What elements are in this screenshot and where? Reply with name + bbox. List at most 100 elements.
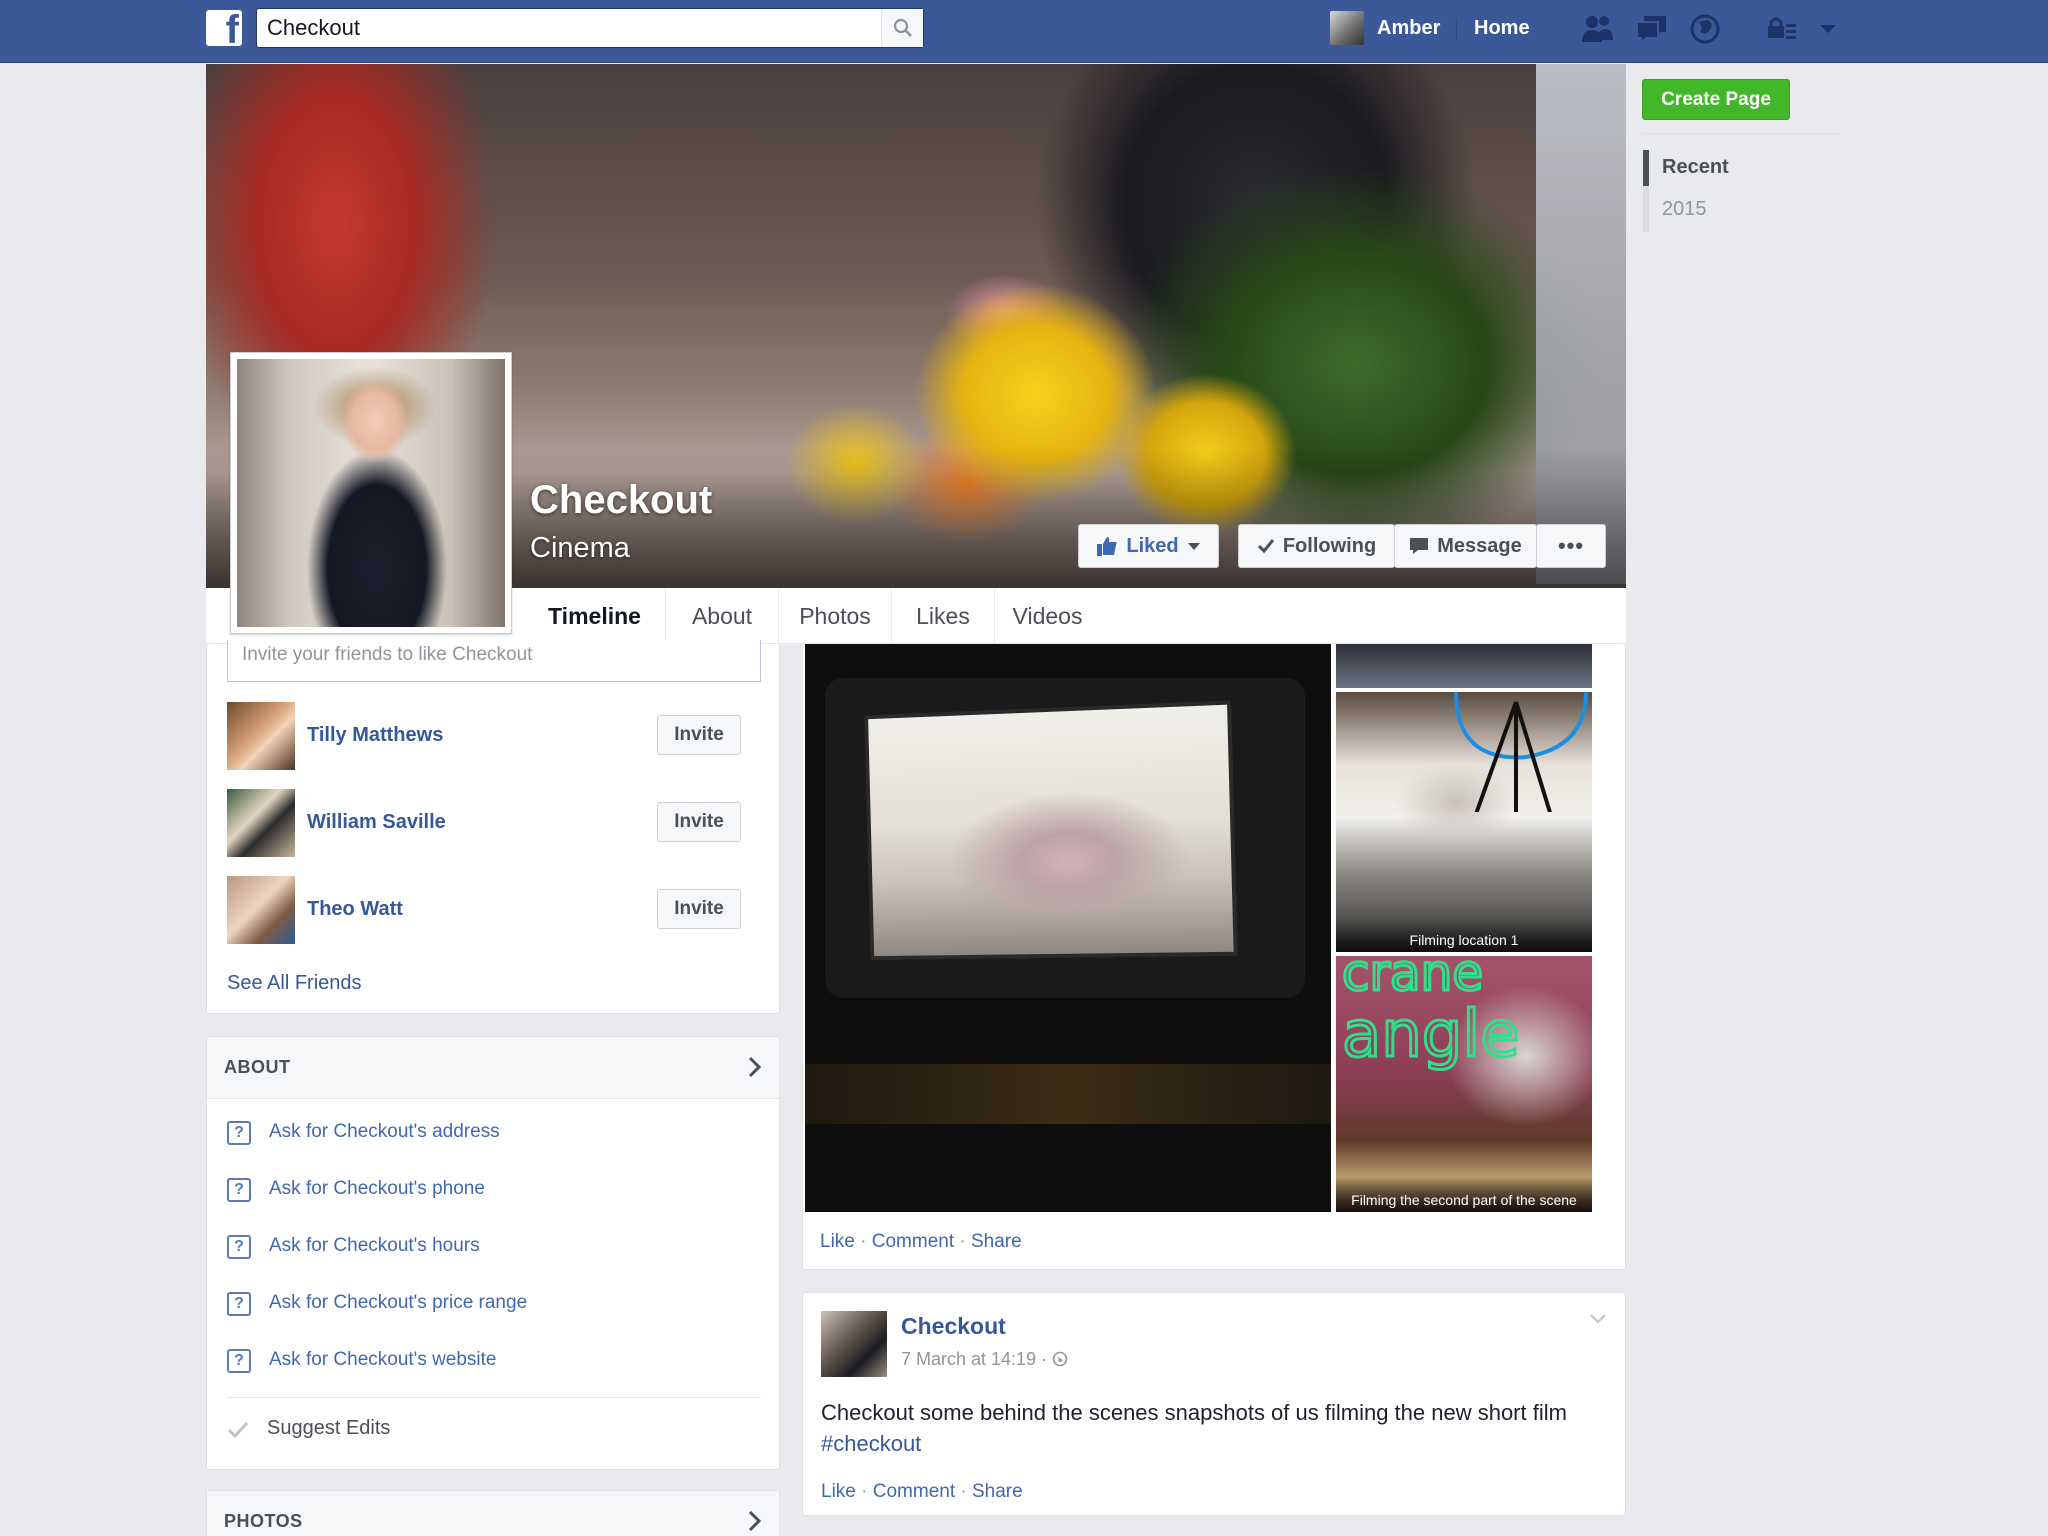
avatar[interactable] bbox=[227, 789, 295, 857]
message-label: Message bbox=[1437, 534, 1522, 557]
list-item: Theo Watt Invite bbox=[227, 876, 767, 944]
post-body: Checkout some behind the scenes snapshot… bbox=[821, 1400, 1567, 1425]
post-author-avatar[interactable] bbox=[821, 1311, 887, 1377]
post-actions-bar: Like · Comment · Share bbox=[821, 1481, 1023, 1503]
home-link[interactable]: Home bbox=[1474, 17, 1530, 40]
search-input[interactable] bbox=[267, 9, 867, 47]
divider bbox=[1642, 133, 1842, 134]
privacy-shortcuts-icon[interactable] bbox=[1764, 12, 1800, 46]
globe-icon bbox=[1052, 1351, 1068, 1367]
timeline-scrubber-track bbox=[1643, 150, 1649, 232]
user-avatar[interactable] bbox=[1330, 11, 1364, 45]
check-icon bbox=[1257, 539, 1275, 554]
handwritten-annotation: crane angle bbox=[1341, 956, 1522, 1074]
photos-header[interactable]: PHOTOS bbox=[207, 1491, 779, 1536]
post-actions-bar: Like · Comment · Share bbox=[820, 1231, 1022, 1253]
photos-title: PHOTOS bbox=[224, 1511, 303, 1531]
liked-button[interactable]: Liked bbox=[1078, 524, 1219, 568]
avatar[interactable] bbox=[227, 702, 295, 770]
crane-word: crane bbox=[1342, 956, 1483, 1002]
post-photo-thumb[interactable] bbox=[1336, 644, 1592, 688]
search-icon bbox=[893, 18, 912, 37]
photo-strip bbox=[805, 1064, 1331, 1124]
invite-button[interactable]: Invite bbox=[657, 889, 741, 929]
account-menu-caret-icon[interactable] bbox=[1810, 12, 1846, 46]
tab-about[interactable]: About bbox=[666, 588, 779, 644]
question-icon: ? bbox=[227, 1235, 251, 1259]
post-photo-thumb[interactable]: Filming location 1 bbox=[1336, 692, 1592, 952]
photos-card: PHOTOS bbox=[206, 1490, 780, 1536]
ask-label: Ask for Checkout's address bbox=[269, 1121, 500, 1142]
notifications-globe-icon[interactable] bbox=[1688, 12, 1724, 46]
ask-label: Ask for Checkout's phone bbox=[269, 1178, 485, 1199]
message-button[interactable]: Message bbox=[1394, 524, 1537, 568]
friend-requests-icon[interactable] bbox=[1580, 12, 1616, 46]
see-all-friends-link[interactable]: See All Friends bbox=[227, 972, 362, 995]
like-link[interactable]: Like bbox=[821, 1481, 856, 1502]
question-icon: ? bbox=[227, 1349, 251, 1373]
tab-videos[interactable]: Videos bbox=[995, 588, 1100, 644]
following-label: Following bbox=[1282, 534, 1377, 557]
invite-friends-input[interactable]: Invite your friends to like Checkout bbox=[227, 640, 761, 682]
photo-caption: Filming the second part of the scene bbox=[1336, 1178, 1592, 1212]
list-item: Tilly Matthews Invite bbox=[227, 702, 767, 770]
avatar[interactable] bbox=[227, 876, 295, 944]
friend-name[interactable]: William Saville bbox=[307, 811, 446, 834]
search-button[interactable] bbox=[881, 9, 923, 47]
camera-screen bbox=[864, 700, 1238, 961]
comment-link[interactable]: Comment bbox=[873, 1481, 955, 1502]
chevron-down-icon bbox=[1187, 543, 1200, 550]
question-icon: ? bbox=[227, 1121, 251, 1145]
chevron-right-icon bbox=[748, 1056, 762, 1078]
profile-picture-image bbox=[237, 359, 505, 627]
following-button[interactable]: Following bbox=[1238, 524, 1395, 568]
about-card: ABOUT ? Ask for Checkout's address ? Ask… bbox=[206, 1036, 780, 1470]
post-photo-main[interactable] bbox=[805, 644, 1331, 1212]
invite-button[interactable]: Invite bbox=[657, 802, 741, 842]
friend-name[interactable]: Tilly Matthews bbox=[307, 724, 443, 747]
year-link-2015[interactable]: 2015 bbox=[1662, 198, 1707, 221]
check-icon bbox=[227, 1421, 249, 1439]
chevron-down-icon[interactable] bbox=[1589, 1313, 1607, 1325]
post-timestamp[interactable]: 7 March at 14:19 · bbox=[901, 1349, 1068, 1370]
share-link[interactable]: Share bbox=[971, 1231, 1022, 1252]
tab-photos[interactable]: Photos bbox=[779, 588, 892, 644]
separator: · bbox=[960, 1481, 967, 1502]
scrubber-active-marker bbox=[1643, 150, 1649, 186]
suggest-edits-label: Suggest Edits bbox=[267, 1417, 391, 1439]
tab-likes[interactable]: Likes bbox=[892, 588, 995, 644]
top-bar: f Amber Home bbox=[0, 0, 2048, 63]
facebook-logo[interactable]: f bbox=[206, 10, 242, 46]
user-name-link[interactable]: Amber bbox=[1377, 17, 1440, 40]
tab-timeline[interactable]: Timeline bbox=[524, 588, 666, 644]
page-category: Cinema bbox=[530, 532, 630, 564]
year-link-recent[interactable]: Recent bbox=[1662, 156, 1729, 179]
page-name[interactable]: Checkout bbox=[530, 478, 712, 523]
separator: · bbox=[861, 1481, 868, 1502]
post-author-name[interactable]: Checkout bbox=[901, 1313, 1006, 1340]
invite-button[interactable]: Invite bbox=[657, 715, 741, 755]
separator: · bbox=[860, 1231, 867, 1252]
about-title: ABOUT bbox=[224, 1057, 291, 1077]
messages-icon[interactable] bbox=[1634, 12, 1670, 46]
divider bbox=[227, 1397, 761, 1398]
comment-link[interactable]: Comment bbox=[872, 1231, 954, 1252]
more-options-icon: ••• bbox=[1557, 533, 1585, 558]
about-header[interactable]: ABOUT bbox=[207, 1037, 779, 1099]
ask-label: Ask for Checkout's website bbox=[269, 1349, 497, 1370]
thumbs-up-icon bbox=[1097, 537, 1117, 556]
timestamp-text: 7 March at 14:19 · bbox=[901, 1349, 1048, 1369]
like-link[interactable]: Like bbox=[820, 1231, 855, 1252]
friend-name[interactable]: Theo Watt bbox=[307, 898, 403, 921]
profile-picture[interactable] bbox=[230, 352, 512, 634]
separator: · bbox=[959, 1231, 966, 1252]
hashtag-link[interactable]: #checkout bbox=[821, 1431, 921, 1456]
question-icon: ? bbox=[227, 1178, 251, 1202]
create-page-button[interactable]: Create Page bbox=[1642, 79, 1790, 120]
photo-caption: Filming location 1 bbox=[1336, 918, 1592, 952]
post-photo-thumb[interactable]: crane angle Filming the second part of t… bbox=[1336, 956, 1592, 1212]
more-options-button[interactable]: ••• bbox=[1536, 524, 1606, 568]
share-link[interactable]: Share bbox=[972, 1481, 1023, 1502]
post-text: Checkout some behind the scenes snapshot… bbox=[821, 1397, 1611, 1459]
ask-label: Ask for Checkout's price range bbox=[269, 1292, 528, 1313]
